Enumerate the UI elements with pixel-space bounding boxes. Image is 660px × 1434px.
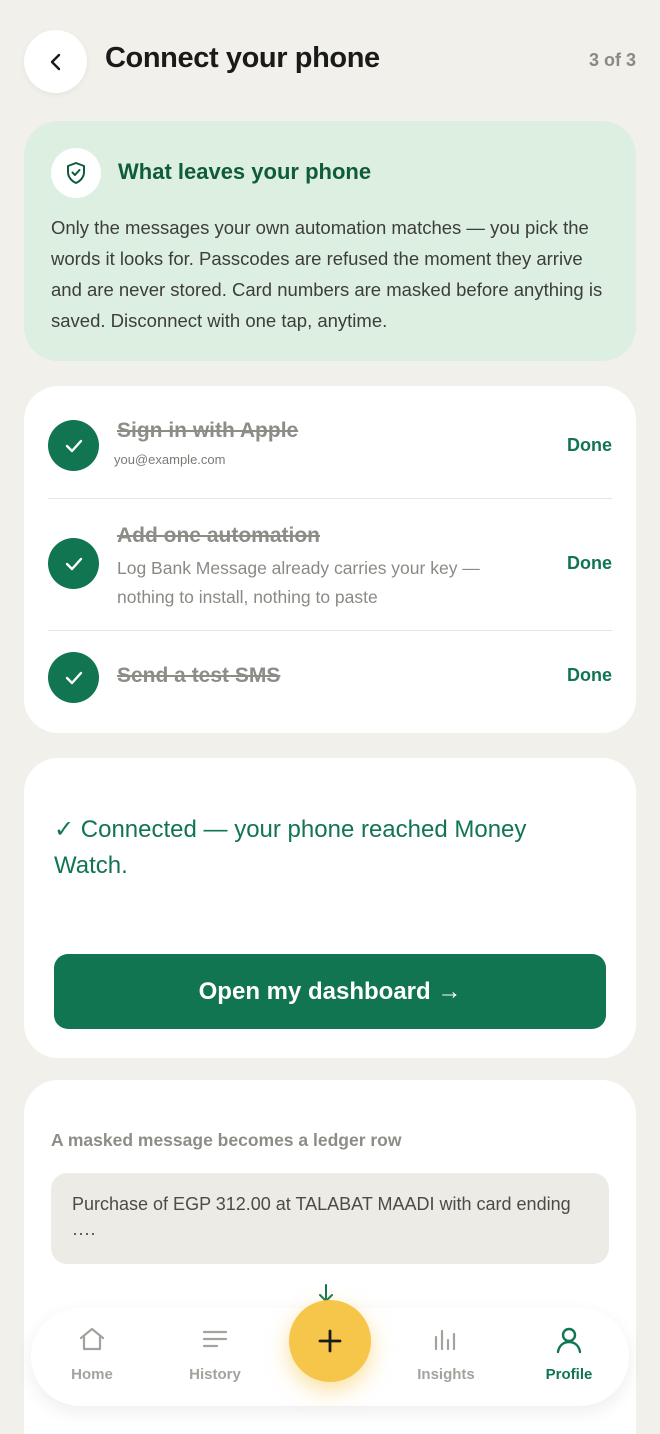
home-icon xyxy=(79,1327,105,1351)
check-icon xyxy=(65,671,82,684)
plus-icon xyxy=(318,1329,342,1353)
step-complete-badge xyxy=(48,538,99,589)
nav-profile[interactable]: Profile xyxy=(519,1326,619,1383)
step-status: Done xyxy=(567,553,612,573)
step-title: Add one automation xyxy=(117,524,320,547)
open-dashboard-button[interactable]: Open my dashboard → xyxy=(54,954,606,1029)
masked-message: Purchase of EGP 312.00 at TALABAT MAADI … xyxy=(51,1173,609,1264)
setup-steps-card: Sign in with Apple you@example.com Done … xyxy=(24,386,636,733)
nav-home[interactable]: Home xyxy=(42,1326,142,1383)
check-icon xyxy=(65,557,82,570)
list-icon xyxy=(202,1330,228,1348)
shield-check-icon xyxy=(67,162,85,184)
nav-insights-label: Insights xyxy=(417,1366,475,1383)
nav-history[interactable]: History xyxy=(165,1326,265,1383)
connection-status: ✓ Connected — your phone reached Money W… xyxy=(54,816,527,879)
step-complete-badge xyxy=(48,420,99,471)
step-counter: 3 of 3 xyxy=(588,50,636,70)
privacy-title: What leaves your phone xyxy=(118,159,372,184)
privacy-description: Only the messages your own automation ma… xyxy=(51,217,603,331)
step-subtitle: Log Bank Message already carries your ke… xyxy=(117,558,480,607)
add-button[interactable] xyxy=(289,1300,371,1382)
step-add-automation: Add one automation Log Bank Message alre… xyxy=(48,499,612,631)
step-subtitle: you@example.com xyxy=(114,452,226,467)
header: Connect your phone 3 of 3 xyxy=(0,0,660,122)
ledger-preview-title: A masked message becomes a ledger row xyxy=(51,1130,402,1150)
step-title: Sign in with Apple xyxy=(117,419,299,442)
connection-card: ✓ Connected — your phone reached Money W… xyxy=(24,758,636,1058)
step-status: Done xyxy=(567,665,612,685)
nav-home-label: Home xyxy=(71,1366,113,1383)
back-button[interactable] xyxy=(24,30,87,93)
step-complete-badge xyxy=(48,652,99,703)
privacy-card: What leaves your phone Only the messages… xyxy=(24,121,636,361)
step-sign-in: Sign in with Apple you@example.com Done xyxy=(48,386,612,499)
step-title: Send a test SMS xyxy=(117,664,281,687)
nav-profile-label: Profile xyxy=(545,1366,593,1383)
page-title: Connect your phone xyxy=(105,42,380,74)
chevron-left-icon xyxy=(50,53,60,70)
check-icon xyxy=(65,439,82,452)
user-icon xyxy=(556,1327,582,1354)
step-status: Done xyxy=(567,435,612,455)
nav-history-label: History xyxy=(189,1366,241,1383)
nav-insights[interactable]: Insights xyxy=(396,1326,496,1383)
step-test-sms: Send a test SMS Done xyxy=(48,631,612,733)
bar-chart-icon xyxy=(434,1329,456,1351)
shield-badge xyxy=(51,148,101,198)
